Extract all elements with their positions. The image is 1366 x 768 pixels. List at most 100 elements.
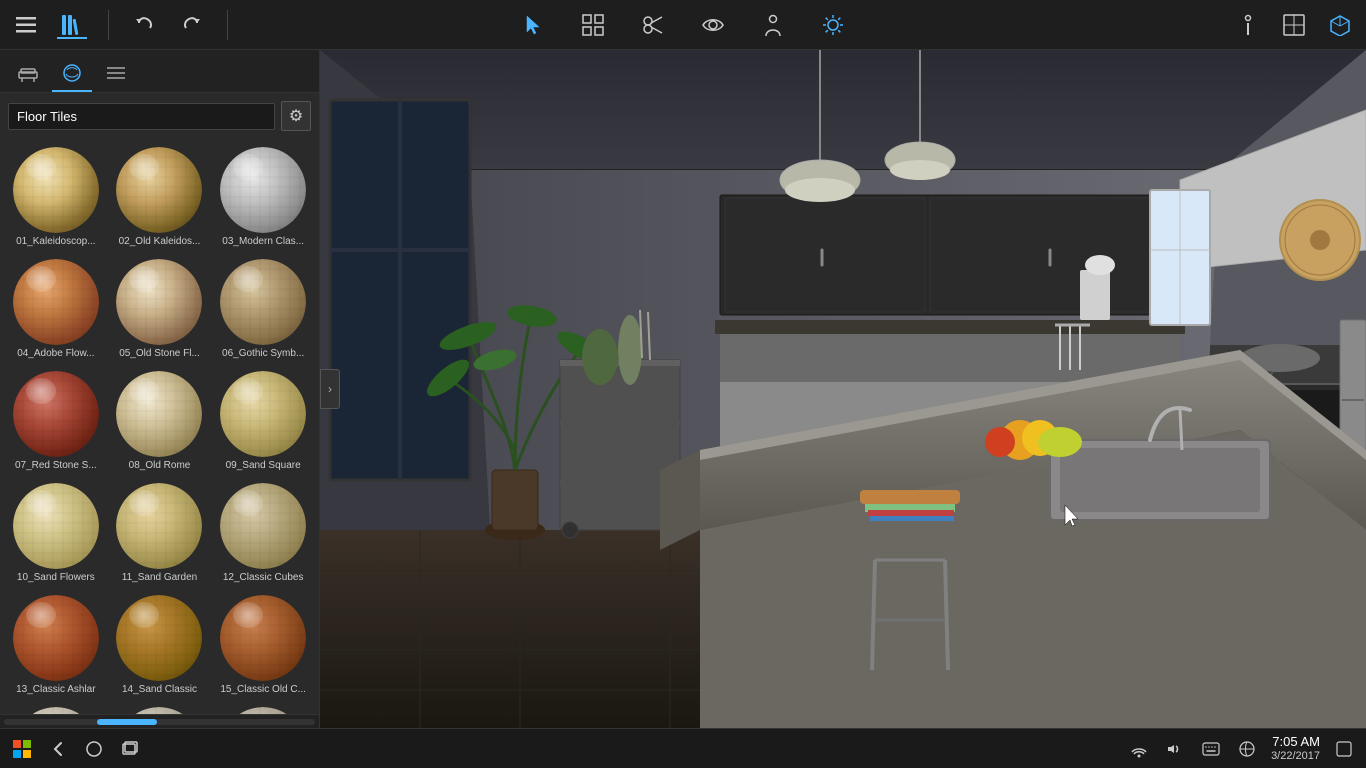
- material-name-4: 04_Adobe Flow...: [17, 348, 94, 359]
- category-bar: Floor TilesWall TilesCarpetsWood FloorsS…: [0, 93, 319, 139]
- material-item-5[interactable]: 05_Old Stone Fl...: [110, 255, 210, 363]
- material-sphere-16: [13, 707, 99, 714]
- material-item-7[interactable]: 07_Red Stone S...: [6, 367, 106, 475]
- language-icon[interactable]: [1235, 737, 1259, 761]
- material-sphere-11: [116, 483, 202, 569]
- redo-icon[interactable]: [177, 11, 205, 39]
- layout-icon[interactable]: [1280, 11, 1308, 39]
- material-sphere-4: [13, 259, 99, 345]
- volume-icon[interactable]: [1163, 737, 1187, 761]
- cursor-icon[interactable]: [519, 11, 547, 39]
- back-button[interactable]: [46, 737, 70, 761]
- kitchen-scene: [320, 50, 1366, 728]
- material-name-7: 07_Red Stone S...: [15, 460, 97, 471]
- material-item-18[interactable]: [213, 703, 313, 714]
- viewport[interactable]: ›: [320, 50, 1366, 728]
- library-icon[interactable]: [58, 11, 86, 39]
- material-sphere-12: [220, 483, 306, 569]
- material-item-14[interactable]: 14_Sand Classic: [110, 591, 210, 699]
- toolbar-center-icons: [519, 11, 847, 39]
- material-item-9[interactable]: 09_Sand Square: [213, 367, 313, 475]
- material-sphere-6: [220, 259, 306, 345]
- material-item-17[interactable]: [110, 703, 210, 714]
- window-button[interactable]: [118, 737, 142, 761]
- material-item-4[interactable]: 04_Adobe Flow...: [6, 255, 106, 363]
- material-item-2[interactable]: 02_Old Kaleidos...: [110, 143, 210, 251]
- undo-icon[interactable]: [131, 11, 159, 39]
- material-sphere-9: [220, 371, 306, 457]
- top-toolbar: [0, 0, 1366, 50]
- clock-area: 7:05 AM 3/22/2017: [1271, 734, 1320, 763]
- material-sphere-17: [116, 707, 202, 714]
- material-sphere-2: [116, 147, 202, 233]
- tab-list[interactable]: [96, 56, 136, 92]
- category-dropdown[interactable]: Floor TilesWall TilesCarpetsWood FloorsS…: [8, 103, 275, 130]
- start-button[interactable]: [10, 737, 34, 761]
- clock-date: 3/22/2017: [1271, 750, 1320, 763]
- material-item-6[interactable]: 06_Gothic Symb...: [213, 255, 313, 363]
- keyboard-icon[interactable]: [1199, 737, 1223, 761]
- toolbar-separator-1: [108, 10, 109, 40]
- taskbar-left: [10, 737, 142, 761]
- sun-icon[interactable]: [819, 11, 847, 39]
- grid-icon[interactable]: [579, 11, 607, 39]
- material-sphere-5: [116, 259, 202, 345]
- material-sphere-18: [220, 707, 306, 714]
- material-name-1: 01_Kaleidoscop...: [16, 236, 96, 247]
- material-sphere-3: [220, 147, 306, 233]
- settings-button[interactable]: ⚙: [281, 101, 311, 131]
- material-name-6: 06_Gothic Symb...: [222, 348, 304, 359]
- eye-icon[interactable]: [699, 11, 727, 39]
- notification-icon[interactable]: [1332, 737, 1356, 761]
- material-name-12: 12_Classic Cubes: [223, 572, 304, 583]
- material-name-15: 15_Classic Old C...: [220, 684, 306, 695]
- material-sphere-13: [13, 595, 99, 681]
- material-name-3: 03_Modern Clas...: [222, 236, 304, 247]
- menu-icon[interactable]: [12, 11, 40, 39]
- material-name-13: 13_Classic Ashlar: [16, 684, 95, 695]
- material-name-14: 14_Sand Classic: [122, 684, 197, 695]
- material-item-12[interactable]: 12_Classic Cubes: [213, 479, 313, 587]
- material-name-2: 02_Old Kaleidos...: [119, 236, 201, 247]
- left-panel: Floor TilesWall TilesCarpetsWood FloorsS…: [0, 50, 320, 728]
- home-button[interactable]: [82, 737, 106, 761]
- material-item-15[interactable]: 15_Classic Old C...: [213, 591, 313, 699]
- material-grid: 01_Kaleidoscop... 02_Old Kaleidos... 03_Mo…: [0, 139, 319, 714]
- material-sphere-7: [13, 371, 99, 457]
- toolbar-separator-2: [227, 10, 228, 40]
- material-sphere-1: [13, 147, 99, 233]
- scrollbar-track[interactable]: [4, 719, 315, 725]
- network-icon[interactable]: [1127, 737, 1151, 761]
- material-item-16[interactable]: [6, 703, 106, 714]
- material-name-10: 10_Sand Flowers: [17, 572, 95, 583]
- person-icon[interactable]: [759, 11, 787, 39]
- material-item-3[interactable]: 03_Modern Clas...: [213, 143, 313, 251]
- panel-scrollbar[interactable]: [0, 714, 319, 728]
- panel-tabs: [0, 50, 319, 93]
- material-sphere-14: [116, 595, 202, 681]
- material-sphere-10: [13, 483, 99, 569]
- material-sphere-8: [116, 371, 202, 457]
- cube-icon[interactable]: [1326, 11, 1354, 39]
- expand-panel-button[interactable]: ›: [320, 369, 340, 409]
- material-item-10[interactable]: 10_Sand Flowers: [6, 479, 106, 587]
- material-item-8[interactable]: 08_Old Rome: [110, 367, 210, 475]
- info-icon[interactable]: [1234, 11, 1262, 39]
- taskbar: 7:05 AM 3/22/2017: [0, 728, 1366, 768]
- scissors-icon[interactable]: [639, 11, 667, 39]
- material-name-11: 11_Sand Garden: [122, 572, 197, 583]
- scrollbar-thumb[interactable]: [97, 719, 157, 725]
- material-item-1[interactable]: 01_Kaleidoscop...: [6, 143, 106, 251]
- material-name-8: 08_Old Rome: [129, 460, 191, 471]
- clock-time: 7:05 AM: [1271, 734, 1320, 750]
- material-sphere-15: [220, 595, 306, 681]
- material-name-9: 09_Sand Square: [226, 460, 301, 471]
- material-item-13[interactable]: 13_Classic Ashlar: [6, 591, 106, 699]
- main-area: Floor TilesWall TilesCarpetsWood FloorsS…: [0, 50, 1366, 728]
- tab-materials[interactable]: [52, 56, 92, 92]
- taskbar-right: 7:05 AM 3/22/2017: [1127, 734, 1356, 763]
- material-name-5: 05_Old Stone Fl...: [119, 348, 200, 359]
- toolbar-right-icons: [1234, 11, 1354, 39]
- tab-furniture[interactable]: [8, 56, 48, 92]
- material-item-11[interactable]: 11_Sand Garden: [110, 479, 210, 587]
